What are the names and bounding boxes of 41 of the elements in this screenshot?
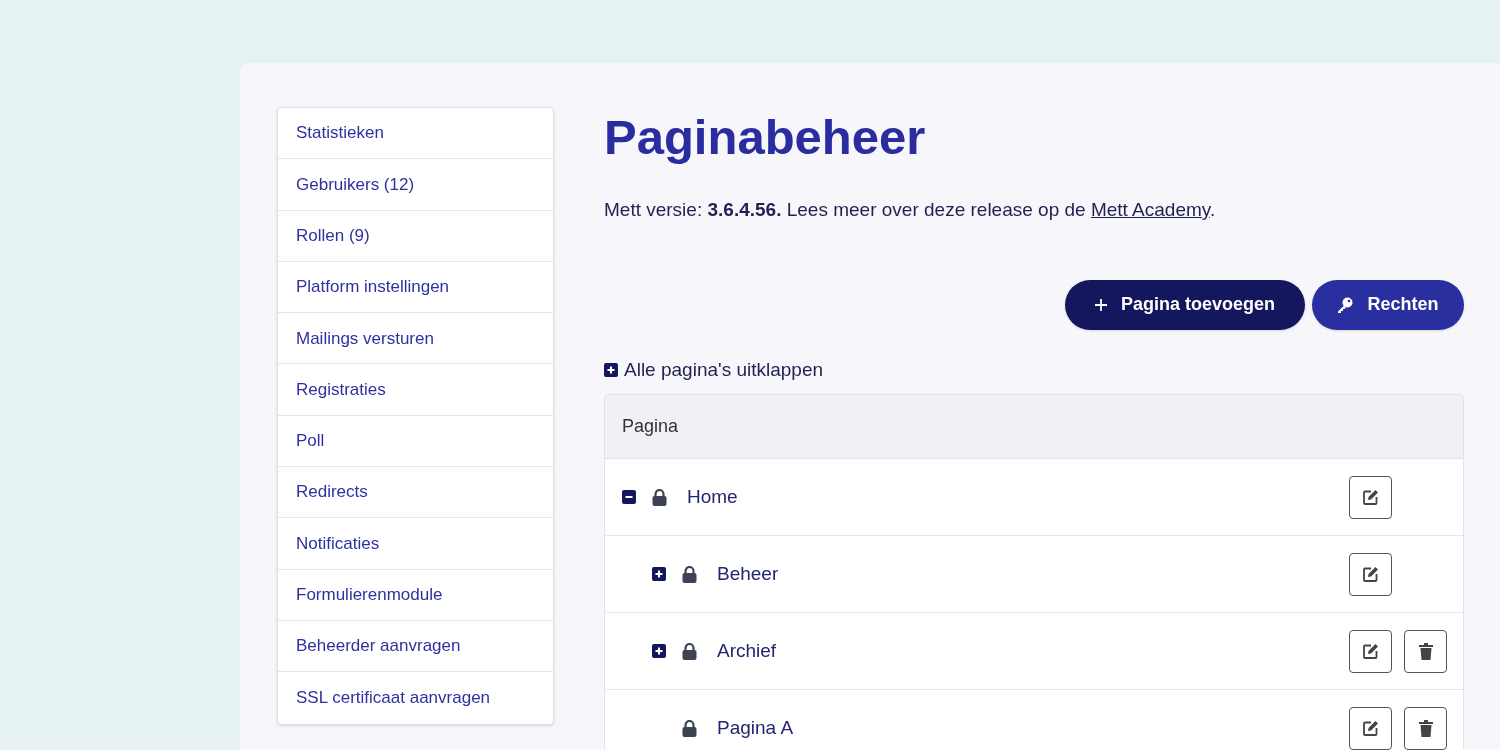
menu-item[interactable]: Mailings versturen — [278, 313, 553, 365]
menu-item[interactable]: Poll — [278, 415, 553, 468]
expand-icon[interactable] — [652, 567, 666, 581]
edit-icon — [1362, 642, 1379, 660]
plus-icon — [1094, 298, 1107, 311]
rights-button[interactable]: Rechten — [1312, 279, 1464, 330]
menu-item[interactable]: Beheerder aanvragen — [278, 620, 553, 673]
key-icon — [1337, 296, 1354, 313]
edit-button[interactable] — [1349, 629, 1392, 673]
trash-icon — [1418, 719, 1433, 737]
menu-item[interactable]: Formulierenmodule — [278, 569, 553, 621]
version-text: Mett versie: 3.6.4.56. Lees meer over deze release op de Mett Academy. — [604, 198, 1217, 222]
collapse-icon[interactable] — [622, 490, 636, 504]
page-title[interactable]: Beheer — [717, 559, 779, 589]
column-header: Pagina — [622, 415, 679, 438]
menu-item[interactable]: Registraties — [278, 364, 553, 416]
edit-button[interactable] — [1349, 706, 1392, 750]
menu-item[interactable]: Redirects — [278, 467, 553, 519]
delete-button[interactable] — [1404, 629, 1447, 673]
page-title[interactable]: Pagina A — [717, 713, 794, 743]
edit-button[interactable] — [1349, 552, 1392, 596]
menu-item[interactable]: SSL certificaat aanvragen — [278, 672, 553, 724]
academy-link[interactable]: Mett Academy — [1090, 199, 1210, 220]
menu-item[interactable]: Gebruikers (12) — [278, 159, 553, 211]
page-heading: Paginabeheer — [604, 113, 927, 162]
menu-item[interactable]: Rollen (9) — [278, 210, 553, 262]
edit-icon — [1362, 488, 1379, 506]
edit-button[interactable] — [1349, 475, 1392, 519]
trash-icon — [1418, 642, 1433, 660]
menu-item[interactable]: Notificaties — [278, 518, 553, 570]
menu-item[interactable]: Statistieken — [278, 108, 553, 160]
page-title[interactable]: Home — [687, 482, 738, 512]
expand-icon[interactable] — [604, 362, 618, 377]
page-title[interactable]: Archief — [717, 636, 777, 666]
add-page-button[interactable]: Pagina toevoegen — [1065, 279, 1305, 330]
edit-icon — [1362, 719, 1379, 737]
edit-icon — [1362, 565, 1379, 583]
expand-icon[interactable] — [652, 644, 666, 658]
menu-item[interactable]: Platform instellingen — [278, 261, 553, 314]
expand-all-link[interactable]: Alle pagina's uitklappen — [624, 355, 824, 384]
delete-button[interactable] — [1404, 706, 1447, 750]
